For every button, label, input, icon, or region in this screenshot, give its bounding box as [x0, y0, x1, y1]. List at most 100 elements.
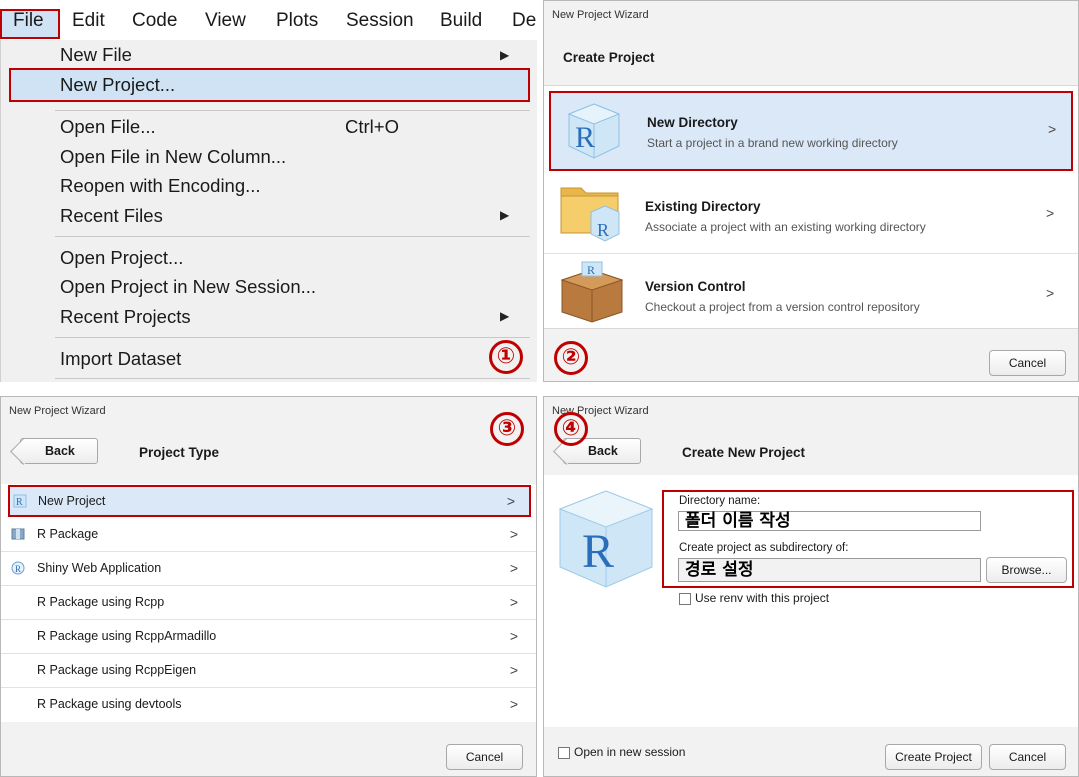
shiny-icon: R [11, 561, 25, 575]
step-number-1: ① [489, 340, 523, 374]
type-label: R Package [37, 527, 99, 541]
menu-plots[interactable]: Plots [276, 9, 318, 33]
submenu-arrow-icon: ▶ [500, 309, 510, 323]
project-type-wizard: New Project Wizard Back Project Type ③ R… [0, 396, 537, 777]
type-label: R Package using Rcpp [37, 595, 165, 609]
menu-item-reopen-encoding[interactable]: Reopen with Encoding... [60, 174, 261, 198]
menu-edit[interactable]: Edit [72, 9, 105, 33]
menu-item-recent-projects[interactable]: Recent Projects [60, 305, 191, 329]
svg-text:R: R [575, 121, 595, 154]
back-button-label: Back [588, 444, 618, 458]
menu-item-open-file-new-column[interactable]: Open File in New Column... [60, 145, 286, 169]
option-subtitle: Checkout a project from a version contro… [645, 300, 920, 314]
cancel-button[interactable]: Cancel [989, 744, 1066, 770]
chevron-right-icon: > [509, 526, 518, 542]
menu-build[interactable]: Build [440, 9, 482, 33]
option-version-control[interactable]: R Version Control Checkout a project fro… [544, 254, 1078, 334]
option-title: New Directory [647, 115, 738, 130]
back-button-label: Back [45, 444, 75, 458]
type-new-project[interactable]: R New Project > [8, 485, 531, 517]
menu-item-open-file[interactable]: Open File... [60, 115, 156, 139]
option-existing-directory[interactable]: R Existing Directory Associate a project… [544, 174, 1078, 254]
directory-name-label: Directory name: [679, 495, 761, 507]
chevron-right-icon: > [509, 696, 518, 712]
chevron-right-icon: > [509, 662, 518, 678]
type-r-package-rcpparmadillo[interactable]: R Package using RcppArmadillo > [1, 620, 536, 654]
use-renv-checkbox[interactable] [679, 593, 691, 605]
directory-name-input[interactable]: 폴더 이름 작성 [678, 511, 981, 531]
back-button[interactable]: Back [20, 438, 98, 464]
menu-code[interactable]: Code [132, 9, 177, 33]
chevron-right-icon: > [509, 594, 518, 610]
chevron-right-icon: > [1046, 205, 1055, 221]
submenu-arrow-icon: ▶ [500, 208, 510, 222]
chevron-right-icon: > [509, 628, 518, 644]
menu-debug[interactable]: De [512, 9, 536, 33]
cancel-button[interactable]: Cancel [989, 350, 1066, 376]
folder-r-icon: R [560, 187, 620, 242]
menu-file[interactable]: File [13, 9, 44, 33]
menu-item-new-project[interactable]: New Project... [60, 73, 175, 97]
type-label: R Package using RcppArmadillo [37, 629, 217, 643]
project-type-list: R New Project > R Package > R Shiny Web … [1, 484, 536, 722]
create-project-button[interactable]: Create Project [885, 744, 982, 770]
option-subtitle: Associate a project with an existing wor… [645, 220, 926, 234]
menu-item-open-project[interactable]: Open Project... [60, 246, 183, 270]
create-new-project-wizard: New Project Wizard Back Create New Proje… [543, 396, 1079, 777]
type-label: New Project [38, 494, 106, 508]
menu-item-recent-files[interactable]: Recent Files [60, 204, 163, 228]
package-icon [11, 528, 25, 540]
r-cube-icon: R [567, 103, 621, 159]
subdirectory-label: Create project as subdirectory of: [679, 542, 849, 554]
menu-item-new-file[interactable]: New File [60, 43, 132, 67]
type-label: Shiny Web Application [37, 561, 162, 575]
option-subtitle: Start a project in a brand new working d… [647, 136, 898, 150]
wizard-header: Create New Project [682, 445, 806, 460]
menu-separator [55, 110, 530, 111]
chevron-right-icon: > [1046, 285, 1055, 301]
r-cube-icon: R [558, 490, 654, 588]
menu-separator [55, 236, 530, 237]
menu-view[interactable]: View [205, 9, 246, 33]
type-r-package[interactable]: R Package > [1, 518, 536, 552]
svg-text:R: R [597, 220, 609, 240]
type-r-package-rcpp[interactable]: R Package using Rcpp > [1, 586, 536, 620]
chevron-right-icon: > [509, 560, 518, 576]
type-label: R Package using RcppEigen [37, 663, 197, 677]
type-r-package-devtools[interactable]: R Package using devtools > [1, 688, 536, 722]
browse-button[interactable]: Browse... [986, 557, 1067, 583]
step-number-2: ② [554, 341, 588, 375]
menu-bar: File Edit Code View Plots Session Build … [0, 0, 537, 40]
chevron-right-icon: > [1048, 121, 1057, 137]
wizard-window-title: New Project Wizard [552, 9, 649, 21]
file-menu-panel: File Edit Code View Plots Session Build … [0, 0, 537, 382]
wizard-header: Project Type [139, 445, 220, 460]
open-new-session-label: Open in new session [574, 745, 686, 759]
wizard-header: Create Project [563, 50, 655, 65]
option-title: Version Control [645, 279, 746, 294]
wizard-window-title: New Project Wizard [9, 405, 106, 417]
menu-separator [55, 337, 530, 338]
type-shiny-app[interactable]: R Shiny Web Application > [1, 552, 536, 586]
type-label: R Package using devtools [37, 697, 182, 711]
menu-item-open-project-new-session[interactable]: Open Project in New Session... [60, 275, 316, 299]
create-project-wizard: New Project Wizard Create Project R New … [543, 0, 1079, 382]
chevron-right-icon: > [506, 493, 515, 509]
submenu-arrow-icon: ▶ [500, 48, 510, 62]
menu-item-import-dataset[interactable]: Import Dataset [60, 347, 181, 371]
cancel-button[interactable]: Cancel [446, 744, 523, 770]
subdirectory-input[interactable]: 경로 설정 [678, 558, 981, 582]
open-new-session-checkbox[interactable] [558, 747, 570, 759]
menu-session[interactable]: Session [346, 9, 414, 33]
svg-text:R: R [582, 525, 614, 578]
option-title: Existing Directory [645, 199, 761, 214]
svg-text:R: R [16, 497, 23, 508]
box-icon: R [560, 261, 624, 323]
menu-separator [55, 378, 530, 379]
type-r-package-rcppeigen[interactable]: R Package using RcppEigen > [1, 654, 536, 688]
use-renv-label: Use renv with this project [695, 591, 830, 605]
step-number-4: ④ [554, 412, 588, 446]
option-new-directory[interactable]: R New Directory Start a project in a bra… [549, 91, 1073, 171]
svg-text:R: R [587, 263, 595, 277]
project-options-list: R New Directory Start a project in a bra… [544, 85, 1078, 329]
